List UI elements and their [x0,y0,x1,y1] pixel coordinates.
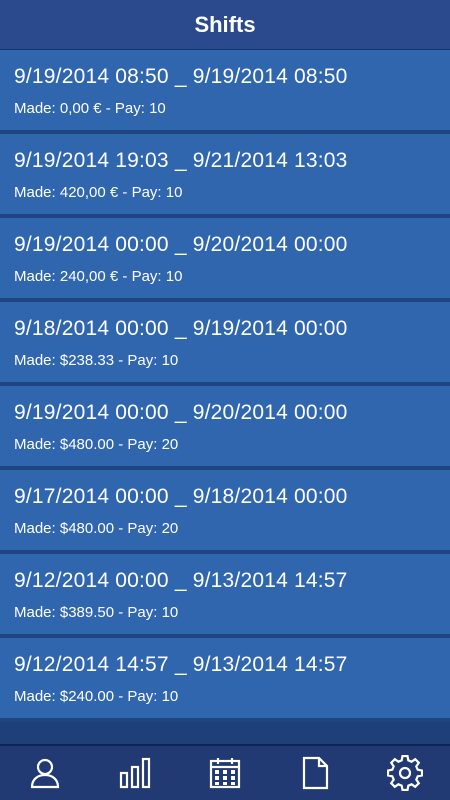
tab-reports[interactable] [285,745,345,800]
shift-list[interactable]: 9/19/2014 08:50 _ 9/19/2014 08:50 Made: … [0,50,450,744]
shift-row[interactable]: 9/19/2014 00:00 _ 9/20/2014 00:00 Made: … [0,386,450,470]
shift-row[interactable]: 9/17/2014 00:00 _ 9/18/2014 00:00 Made: … [0,470,450,554]
title-bar: Shifts [0,0,450,50]
tab-statistics[interactable] [105,745,165,800]
shift-earnings: Made: $480.00 - Pay: 20 [14,520,179,537]
shift-row[interactable]: 9/12/2014 00:00 _ 9/13/2014 14:57 Made: … [0,554,450,638]
gear-icon [387,755,423,791]
shift-range: 9/19/2014 08:50 _ 9/19/2014 08:50 [14,65,348,88]
shift-row[interactable]: 9/18/2014 00:00 _ 9/19/2014 00:00 Made: … [0,302,450,386]
tab-calendar[interactable] [195,745,255,800]
shift-earnings: Made: $480.00 - Pay: 20 [14,436,179,453]
shift-range: 9/12/2014 14:57 _ 9/13/2014 14:57 [14,653,348,676]
page-title: Shifts [194,11,256,37]
document-icon [302,756,329,790]
shift-row[interactable]: 9/19/2014 08:50 _ 9/19/2014 08:50 Made: … [0,50,450,134]
shift-range: 9/17/2014 00:00 _ 9/18/2014 00:00 [14,485,348,508]
shift-range: 9/18/2014 00:00 _ 9/19/2014 00:00 [14,317,348,340]
shift-range: 9/19/2014 00:00 _ 9/20/2014 00:00 [14,233,348,256]
shift-row[interactable]: 9/19/2014 00:00 _ 9/20/2014 00:00 Made: … [0,218,450,302]
shift-range: 9/19/2014 19:03 _ 9/21/2014 13:03 [14,149,348,172]
shift-range: 9/12/2014 00:00 _ 9/13/2014 14:57 [14,569,348,592]
shift-earnings: Made: $238.33 - Pay: 10 [14,352,179,369]
shift-row[interactable]: 9/19/2014 19:03 _ 9/21/2014 13:03 Made: … [0,134,450,218]
shift-earnings: Made: $389.50 - Pay: 10 [14,604,179,621]
shift-earnings: Made: 0,00 € - Pay: 10 [14,100,166,117]
shift-row[interactable]: 9/12/2014 14:57 _ 9/13/2014 14:57 Made: … [0,638,450,722]
bar-chart-icon [119,757,151,789]
calendar-icon [209,758,241,789]
shift-earnings: Made: 420,00 € - Pay: 10 [14,184,183,201]
app: Shifts 9/19/2014 08:50 _ 9/19/2014 08:50… [0,0,450,800]
user-icon [30,758,60,789]
tab-settings[interactable] [375,745,435,800]
tab-profile[interactable] [15,745,75,800]
bottom-tab-bar [0,744,450,800]
shift-earnings: Made: $240.00 - Pay: 10 [14,688,179,705]
shift-earnings: Made: 240,00 € - Pay: 10 [14,268,183,285]
shift-range: 9/19/2014 00:00 _ 9/20/2014 00:00 [14,401,348,424]
